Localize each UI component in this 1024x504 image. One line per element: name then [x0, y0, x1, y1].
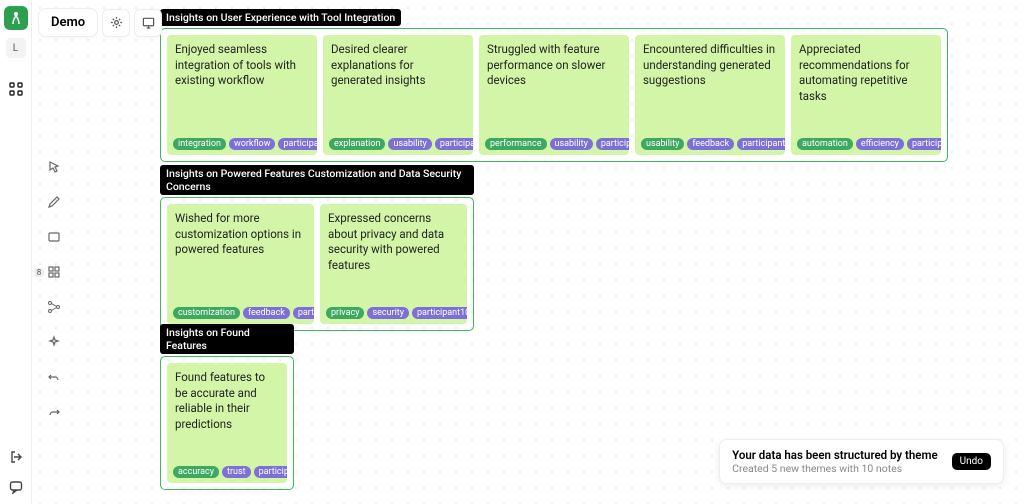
tag[interactable]: feedback	[243, 307, 290, 319]
tag[interactable]: explanation	[329, 138, 385, 150]
card-text: Desired clearer explanations for generat…	[331, 42, 465, 89]
tag[interactable]: participant	[596, 138, 629, 150]
sparkle-tool[interactable]	[42, 330, 66, 354]
insight-card[interactable]: Expressed concerns about privacy and dat…	[320, 204, 467, 324]
card-text: Appreciated recommendations for automati…	[799, 42, 933, 104]
group-box: Enjoyed seamless integration of tools wi…	[160, 28, 948, 162]
insight-card[interactable]: Appreciated recommendations for automati…	[791, 35, 941, 155]
card-text: Found features to be accurate and reliab…	[175, 370, 279, 432]
logout-icon[interactable]	[9, 450, 23, 464]
app-logo[interactable]	[4, 6, 28, 30]
tag-row: customizationfeedbackparticip	[173, 307, 314, 319]
card-text: Expressed concerns about privacy and dat…	[328, 211, 459, 273]
group-title[interactable]: Insights on User Experience with Tool In…	[160, 9, 401, 26]
insight-card[interactable]: Encountered difficulties in understandin…	[635, 35, 785, 155]
insight-group[interactable]: Insights on Found Features Found features…	[160, 324, 294, 490]
tag-row: explanationusability participant7	[329, 138, 473, 150]
insight-group[interactable]: Insights on Powered Features Customizati…	[160, 165, 474, 331]
tag-row: accuracytrustparticipant8	[173, 466, 287, 478]
settings-button[interactable]	[102, 9, 130, 37]
tag[interactable]: usability	[388, 138, 431, 150]
present-button[interactable]	[134, 9, 162, 37]
layout-tool[interactable]	[42, 260, 66, 284]
redo-tool[interactable]	[42, 400, 66, 424]
card-tool[interactable]	[42, 225, 66, 249]
tag[interactable]: participant4	[278, 138, 317, 150]
insight-card[interactable]: Desired clearer explanations for generat…	[323, 35, 473, 155]
insight-card[interactable]: Found features to be accurate and reliab…	[167, 363, 287, 483]
tree-tool[interactable]	[42, 295, 66, 319]
undo-tool[interactable]	[42, 365, 66, 389]
insight-card[interactable]: Wished for more customization options in…	[167, 204, 314, 324]
tag[interactable]: automation	[797, 138, 853, 150]
tag[interactable]: performance	[485, 138, 547, 150]
top-bar: Demo	[38, 8, 162, 37]
tag-row: privacysecurityparticipant10	[326, 307, 467, 319]
toast: Your data has been structured by theme C…	[719, 439, 1004, 484]
group-box: Found features to be accurate and reliab…	[160, 356, 294, 490]
card-text: Encountered difficulties in understandin…	[643, 42, 777, 89]
card-text: Wished for more customization options in…	[175, 211, 306, 258]
tag[interactable]: integration	[173, 138, 226, 150]
toast-subtitle: Created 5 new themes with 10 notes	[732, 462, 937, 475]
tag[interactable]: participant	[907, 138, 941, 150]
group-title[interactable]: Insights on Found Features	[160, 324, 294, 354]
tag[interactable]: participant7	[435, 138, 473, 150]
tag[interactable]: usability	[550, 138, 593, 150]
tag[interactable]: feedback	[687, 138, 734, 150]
tag-row: performanceusabilityparticipant	[485, 138, 629, 150]
tag[interactable]: trust	[222, 466, 251, 478]
insight-card[interactable]: Struggled with feature performance on sl…	[479, 35, 629, 155]
tag[interactable]: workflow	[229, 138, 276, 150]
tag-row: automationefficiencyparticipant	[797, 138, 941, 150]
insight-card[interactable]: Enjoyed seamless integration of tools wi…	[167, 35, 317, 155]
tag-row: usabilityfeedbackparticipant5	[641, 138, 785, 150]
tag[interactable]: security	[367, 307, 409, 319]
tool-panel	[42, 155, 66, 424]
feedback-icon[interactable]	[9, 480, 23, 494]
tag[interactable]: efficiency	[856, 138, 904, 150]
card-text: Enjoyed seamless integration of tools wi…	[175, 42, 309, 89]
tag[interactable]: particip	[293, 307, 314, 319]
tag[interactable]: participant5	[737, 138, 785, 150]
workspace-name[interactable]: Demo	[38, 8, 98, 37]
group-box: Wished for more customization options in…	[160, 197, 474, 331]
tag[interactable]: accuracy	[173, 466, 219, 478]
tag[interactable]: customization	[173, 307, 240, 319]
pencil-tool[interactable]	[42, 190, 66, 214]
toast-title: Your data has been structured by theme	[732, 448, 937, 462]
tag[interactable]: usability	[641, 138, 684, 150]
undo-button[interactable]: Undo	[952, 453, 991, 470]
tag-row: integrationworkflowparticipant4	[173, 138, 317, 150]
workspace-avatar[interactable]: L	[6, 38, 26, 58]
insight-group[interactable]: Insights on User Experience with Tool In…	[160, 6, 948, 162]
left-rail: L	[0, 0, 32, 504]
tag[interactable]: privacy	[326, 307, 364, 319]
tag[interactable]: participant8	[254, 466, 287, 478]
cursor-tool[interactable]	[42, 155, 66, 179]
card-text: Struggled with feature performance on sl…	[487, 42, 621, 89]
group-title[interactable]: Insights on Powered Features Customizati…	[160, 165, 474, 195]
tag[interactable]: participant10	[412, 307, 467, 319]
apps-icon[interactable]	[9, 82, 23, 96]
